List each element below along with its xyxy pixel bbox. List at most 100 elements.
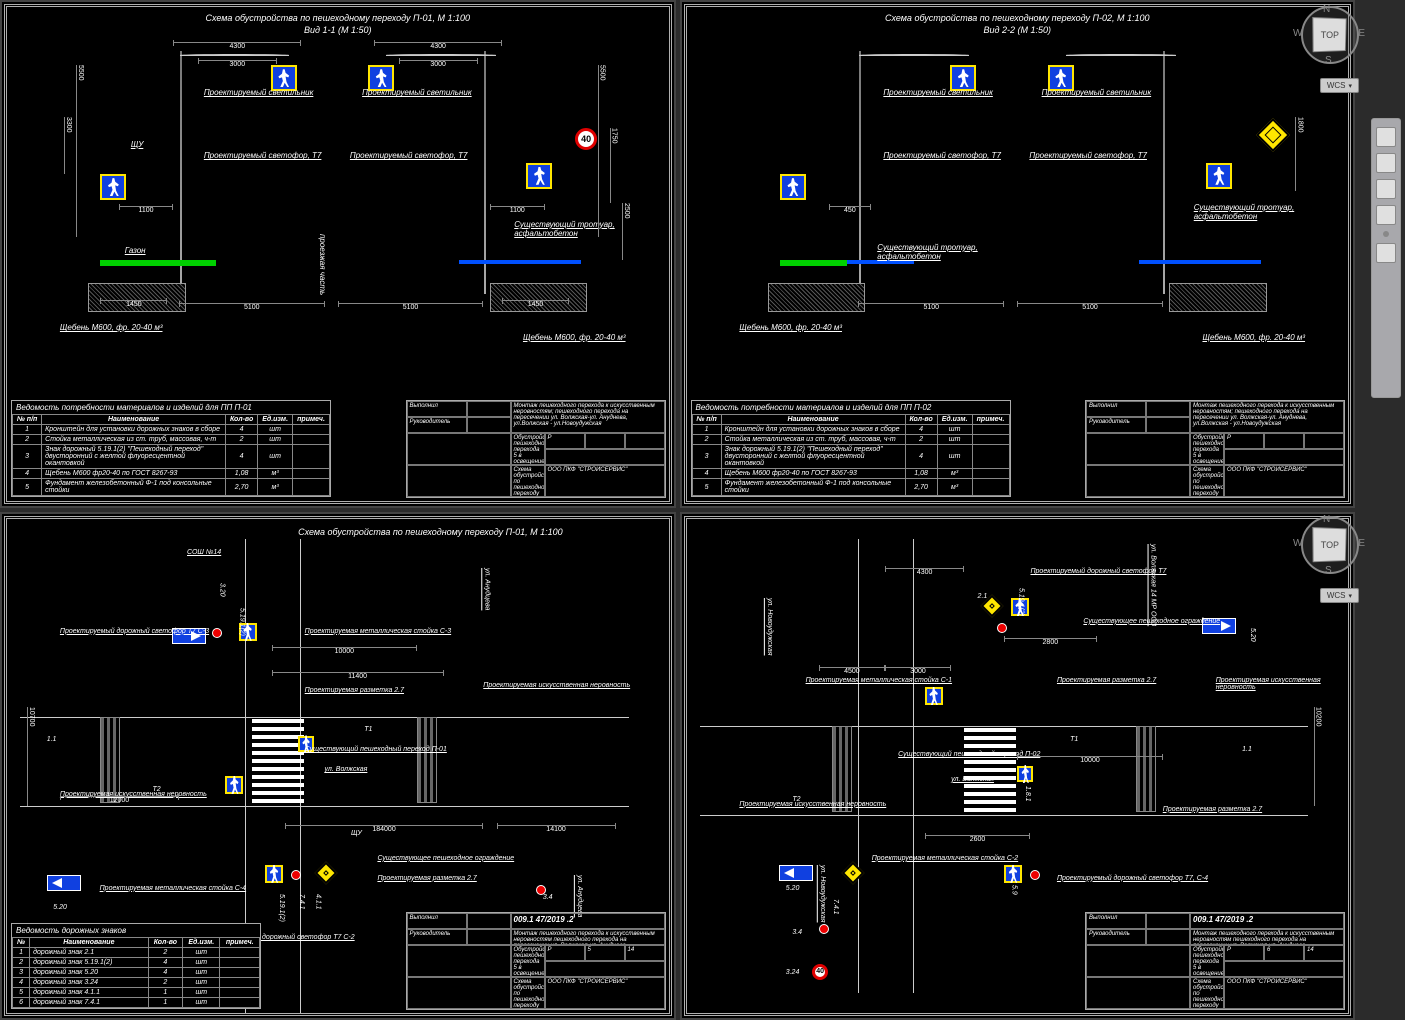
stamp-cell: Схема обустройства по пешеходному перехо… [1190, 977, 1224, 1009]
stamp-ruk: Руководитель [407, 417, 467, 433]
label-trotuar: Существующий тротуар, асфальтобетон [1194, 203, 1300, 221]
table-cell: шт [937, 425, 972, 435]
dim: 10700 [27, 707, 35, 806]
navigation-bar[interactable] [1371, 118, 1401, 398]
th: Кол-во [148, 938, 182, 948]
table-cell: Кронштейн для установки дорожных знаков … [42, 425, 226, 435]
table-cell [972, 479, 1009, 496]
nav-pan-icon[interactable] [1376, 153, 1396, 173]
view-cube-top[interactable]: TOP [1312, 527, 1346, 562]
dim-4300: 4300 [374, 42, 502, 50]
table-cell: шт [183, 968, 220, 978]
pedestrian-sign-icon [526, 163, 552, 189]
table-cell: шт [183, 988, 220, 998]
pedestrian-sign-icon [1004, 865, 1022, 883]
table-cell [220, 948, 260, 958]
table-cell: шт [258, 425, 293, 435]
street-v: ул. Анудцева [483, 568, 490, 610]
pedestrian-sign-icon [925, 687, 943, 705]
street-v: ул. Новоудужская [766, 598, 773, 656]
view-cube[interactable]: TOP N S W E [1301, 6, 1359, 64]
label-sheb-r: Щебень М600, фр. 20-40 м³ [1202, 333, 1305, 342]
wcs-selector[interactable]: WCS [1320, 588, 1359, 603]
sheet-title: Схема обустройства по пешеходному перехо… [298, 527, 563, 537]
view-cube[interactable]: TOP N S W E [1301, 516, 1359, 574]
table-cell: 1,08 [226, 469, 258, 479]
ann-stC4: Проектируемая металлическая стойка С-4 [100, 885, 246, 892]
th-note: примеч. [293, 415, 330, 425]
street-v: ул. Анудцева [576, 875, 583, 917]
dim-1450: 1450 [502, 300, 569, 308]
th: Наименование [721, 415, 905, 425]
pedestrian-sign-icon [780, 174, 806, 200]
th-qty: Кол-во [226, 415, 258, 425]
street-h: ул. Волжская [325, 766, 368, 773]
table-cell: Кронштейн для установки дорожных знаков … [721, 425, 905, 435]
ann-T2: T2 [792, 796, 800, 803]
th: Ед.изм. [937, 415, 972, 425]
dim: 5.19.1(2) [278, 894, 285, 922]
table-cell: Знак дорожный 5.19.1(2) "Пешеходный пере… [42, 445, 226, 469]
table-cell [220, 958, 260, 968]
label-sheb-r: Щебень М600, фр. 20-40 м³ [523, 333, 626, 342]
dim: 4500 [819, 667, 885, 675]
dim: 10200 [1314, 707, 1322, 806]
stamp-cell: Монтаж пешеходного перехода к искусствен… [1190, 401, 1344, 433]
blue-arrow-sign-icon [779, 865, 813, 881]
table-cell: шт [183, 948, 220, 958]
dim: 5.19.1(2) [239, 608, 246, 636]
viewport-top-right[interactable]: Схема обустройства по пешеходному перехо… [680, 0, 1356, 508]
nav-look-icon[interactable] [1376, 243, 1396, 263]
materials-table: Ведомость потребности материалов и издел… [11, 400, 331, 497]
table-cell: 3 [13, 968, 30, 978]
dim: 14100 [497, 825, 616, 833]
table-cell: шт [937, 435, 972, 445]
table-cell: шт [183, 978, 220, 988]
table-cell: 4 [226, 425, 258, 435]
label-sheb-l: Щебень М600, фр. 20-40 м³ [60, 323, 163, 332]
street-v: ул. Новоудужская [819, 865, 826, 923]
stamp-cell: Руководитель [1086, 929, 1146, 945]
sign-3.4-icon [536, 885, 546, 895]
title-block: Выполнил Монтаж пешеходного перехода к и… [406, 400, 666, 498]
dim-1100: 1100 [490, 206, 545, 214]
table-cell: 2,70 [226, 479, 258, 496]
view-cube-top[interactable]: TOP [1312, 17, 1346, 52]
wcs-selector[interactable]: WCS [1320, 78, 1359, 93]
table-cell: 5 [13, 988, 30, 998]
nav-wheel-icon[interactable] [1376, 127, 1396, 147]
stamp-cell: Обустройство пешеходного перехода 5 в ос… [1190, 433, 1224, 465]
dim: 184000 [285, 825, 483, 833]
table-cell: дорожный знак 2.1 [30, 948, 149, 958]
stamp-stage: Р [545, 433, 585, 449]
table-cell: шт [258, 445, 293, 469]
nav-orbit-icon[interactable] [1376, 205, 1396, 225]
ann-iskner: Проектируемая искусственная неровность [483, 682, 630, 689]
table-cell: 4 [905, 425, 937, 435]
pedestrian-sign-icon [1017, 766, 1033, 782]
label-svetofor: Проектируемый светофор, Т7 [1029, 151, 1147, 160]
ann-mark27-2: Проектируемая разметка 2.7 [1163, 806, 1262, 813]
table-cell: 4 [226, 445, 258, 469]
red-sign-icon [212, 628, 222, 638]
dim-5500: 5500 [76, 65, 84, 237]
label-svetilnik: Проектируемый светильник [883, 88, 993, 97]
label-svetofor: Проектируемый светофор, Т7 [350, 151, 468, 160]
stamp-code: 009.1 47/2019 .2 [1190, 913, 1344, 929]
speed-40-sign-icon: 40 [812, 964, 828, 980]
viewport-bottom-left[interactable]: Схема обустройства по пешеходному перехо… [0, 512, 676, 1020]
ann-11: 1.1 [1242, 746, 1252, 753]
table-title: Ведомость дорожных знаков [12, 924, 260, 937]
nav-zoom-icon[interactable] [1376, 179, 1396, 199]
ann-iskner2: Проектируемая искусственная неровность [739, 801, 886, 808]
priority-sign-icon [315, 861, 338, 884]
viewport-bottom-right[interactable]: ул. Волжская ул. Новоудужская ул. Новоуд… [680, 512, 1356, 1020]
ann-iskner: Проектируемая искусственная неровность [1216, 677, 1348, 691]
stamp-cell: 6 [1264, 945, 1304, 961]
dim: 7.4.1 [832, 899, 839, 915]
viewport-top-left[interactable]: Схема обустройства по пешеходному перехо… [0, 0, 676, 508]
dim: 2800 [1004, 638, 1097, 646]
stamp-org: ООО ПКФ "СТРОЙСЕРВИС" [545, 465, 665, 497]
sheet-subtitle: Вид 2-2 (М 1:50) [984, 25, 1052, 35]
stamp-cell: Обустройство пешеходного перехода 5 в ос… [511, 945, 545, 977]
